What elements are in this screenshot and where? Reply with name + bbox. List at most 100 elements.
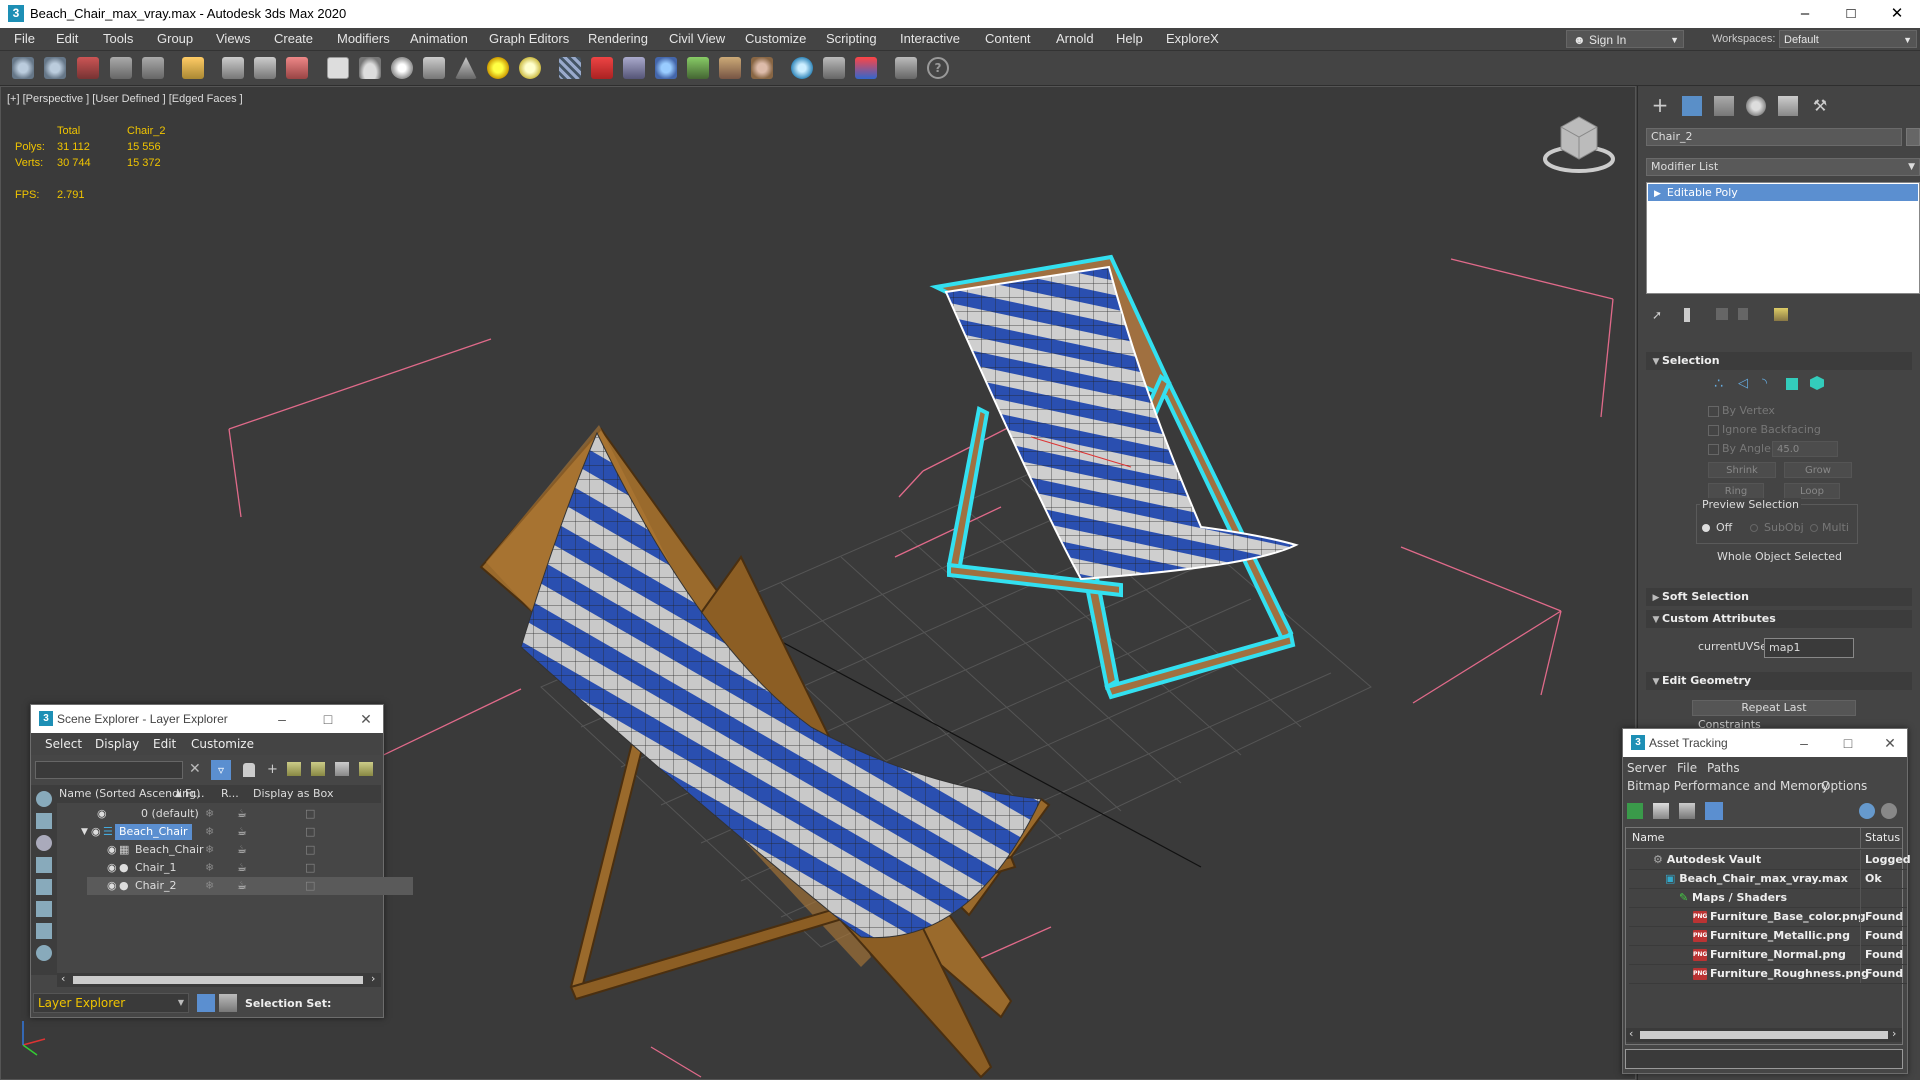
vault-help-icon[interactable] [1881, 803, 1897, 819]
light-icon[interactable] [487, 57, 509, 79]
menu-views[interactable]: Views [216, 31, 250, 46]
scroll-right-icon[interactable]: › [1892, 1027, 1896, 1040]
create-tab-plus-icon[interactable]: + [1650, 95, 1670, 116]
menu-graph-editors[interactable]: Graph Editors [489, 31, 569, 46]
configure-sets-icon[interactable] [1774, 308, 1788, 321]
list-item[interactable]: PNG Furniture_Metallic.png Found [1629, 926, 1907, 946]
eye-icon[interactable]: ◉ [91, 823, 101, 841]
rollout-selection[interactable]: ▼ Selection [1646, 352, 1912, 370]
particle-icon[interactable] [559, 57, 581, 79]
foliage-icon[interactable] [687, 57, 709, 79]
undo-icon[interactable] [12, 57, 34, 79]
render-teapot-icon[interactable]: ☕ [237, 823, 247, 841]
freeze-icon[interactable]: ❄ [205, 841, 214, 859]
render-setup-icon[interactable] [823, 57, 845, 79]
horizontal-scrollbar[interactable]: ‹ › [1626, 1027, 1902, 1042]
at-menu-bitmap-performance[interactable]: Bitmap Performance and Memory [1627, 779, 1829, 793]
box-display-icon[interactable]: □ [305, 859, 315, 877]
minimize-button[interactable]: – [1782, 0, 1828, 28]
column-status[interactable]: Status [1860, 828, 1905, 848]
cone-icon[interactable] [455, 57, 477, 79]
gear-icon[interactable] [655, 57, 677, 79]
rollout-edit-geometry[interactable]: ▼ Edit Geometry [1646, 672, 1912, 690]
render-teapot-icon[interactable]: ☕ [237, 841, 247, 859]
menu-interactive[interactable]: Interactive [900, 31, 960, 46]
link-icon[interactable] [77, 57, 99, 79]
scene-states-icon[interactable] [895, 57, 917, 79]
by-vertex-checkbox[interactable] [1708, 406, 1719, 417]
freeze-icon[interactable]: ❄ [205, 859, 214, 877]
box-display-icon[interactable]: □ [305, 823, 315, 841]
list-item[interactable]: PNG Furniture_Base_color.png Found [1629, 907, 1907, 927]
make-unique-icon[interactable] [1716, 308, 1728, 320]
display-spacewarps-icon[interactable] [36, 901, 52, 917]
hierarchy-mode-icon[interactable] [219, 994, 237, 1012]
table-view-icon[interactable] [1705, 802, 1723, 820]
dynamics-icon[interactable] [591, 57, 613, 79]
loop-button[interactable]: Loop [1784, 483, 1840, 499]
angle-spinner[interactable]: 45.0 [1772, 441, 1838, 457]
at-menu-paths[interactable]: Paths [1707, 761, 1740, 775]
hemisphere-icon[interactable] [359, 57, 381, 79]
list-item[interactable]: ▣ Beach_Chair_max_vray.max Ok [1629, 869, 1907, 889]
help-icon[interactable] [1859, 803, 1875, 819]
render-teapot-icon[interactable]: ☕ [237, 859, 247, 877]
render-teapot-icon[interactable]: ☕ [237, 877, 247, 895]
scroll-left-icon[interactable]: ‹ [61, 972, 65, 985]
refresh-icon[interactable] [1627, 803, 1643, 819]
column-name[interactable]: Name [1632, 828, 1664, 848]
scene-explorer-titlebar[interactable]: 3 Scene Explorer - Layer Explorer – □ ✕ [31, 705, 383, 733]
repeat-last-button[interactable]: Repeat Last [1692, 700, 1856, 716]
clear-search-icon[interactable]: ✕ [189, 761, 201, 777]
material-sphere-icon[interactable] [791, 57, 813, 79]
menu-content[interactable]: Content [985, 31, 1031, 46]
horizontal-scrollbar[interactable]: ‹ › [57, 972, 381, 987]
freeze-icon[interactable]: ❄ [205, 823, 214, 841]
object-color-swatch[interactable] [1906, 128, 1920, 146]
table-row[interactable]: ◉ ▦ Beach_Chair ❄ ☕ □ [87, 841, 413, 859]
modify-tab-icon[interactable] [1682, 96, 1702, 116]
menu-customize[interactable]: Customize [745, 31, 806, 46]
new-layer-icon[interactable] [311, 762, 325, 776]
workspaces-dropdown[interactable]: Default ▼ [1779, 30, 1917, 48]
hierarchy-icon[interactable] [335, 762, 349, 776]
freeze-icon[interactable]: ❄ [205, 877, 214, 895]
modifier-list-dropdown[interactable]: Modifier List ▼ [1646, 158, 1920, 176]
minimize-button[interactable]: – [1789, 732, 1819, 754]
stack-item-editable-poly[interactable]: ▶ Editable Poly [1648, 184, 1918, 201]
add-layer-icon[interactable]: + [267, 762, 281, 777]
display-groups-icon[interactable] [36, 923, 52, 939]
eye-icon[interactable]: ◉ [107, 877, 117, 895]
collapse-triangle-icon[interactable]: ▼ [81, 823, 88, 841]
table-row[interactable]: ◉ 0 (default) ❄ ☕ □ [87, 805, 413, 823]
teapot-icon[interactable] [423, 57, 445, 79]
layer-mode-icon[interactable] [197, 994, 215, 1012]
sphere-icon[interactable] [391, 57, 413, 79]
shrink-button[interactable]: Shrink [1708, 462, 1776, 478]
eye-icon[interactable]: ◉ [107, 859, 117, 877]
se-menu-customize[interactable]: Customize [191, 737, 254, 751]
remove-modifier-icon[interactable] [1738, 308, 1748, 320]
skylight-icon[interactable] [519, 57, 541, 79]
object-name-field[interactable]: Chair_2 [1646, 128, 1902, 146]
eye-icon[interactable]: ◉ [107, 841, 117, 859]
motion-tab-icon[interactable] [1746, 96, 1766, 116]
minimize-button[interactable]: – [267, 708, 297, 730]
menu-tools[interactable]: Tools [103, 31, 133, 46]
eye-icon[interactable]: ◉ [97, 805, 107, 823]
scroll-left-icon[interactable]: ‹ [1629, 1027, 1633, 1040]
polygon-mode-icon[interactable] [1786, 378, 1798, 390]
layer-stack-icon[interactable] [359, 762, 373, 776]
box-display-icon[interactable]: □ [305, 805, 315, 823]
display-tab-icon[interactable] [1778, 96, 1798, 116]
display-lights-icon[interactable] [36, 835, 52, 851]
menu-group[interactable]: Group [157, 31, 193, 46]
preview-subobj-radio[interactable] [1750, 524, 1758, 532]
list-view-icon[interactable] [1653, 803, 1669, 819]
menu-help[interactable]: Help [1116, 31, 1143, 46]
display-shapes-icon[interactable] [36, 813, 52, 829]
scrollbar-thumb[interactable] [73, 976, 363, 984]
maximize-button[interactable]: □ [1833, 732, 1863, 754]
expand-triangle-icon[interactable]: ▶ [1654, 189, 1661, 199]
display-objects-icon[interactable] [36, 791, 52, 807]
